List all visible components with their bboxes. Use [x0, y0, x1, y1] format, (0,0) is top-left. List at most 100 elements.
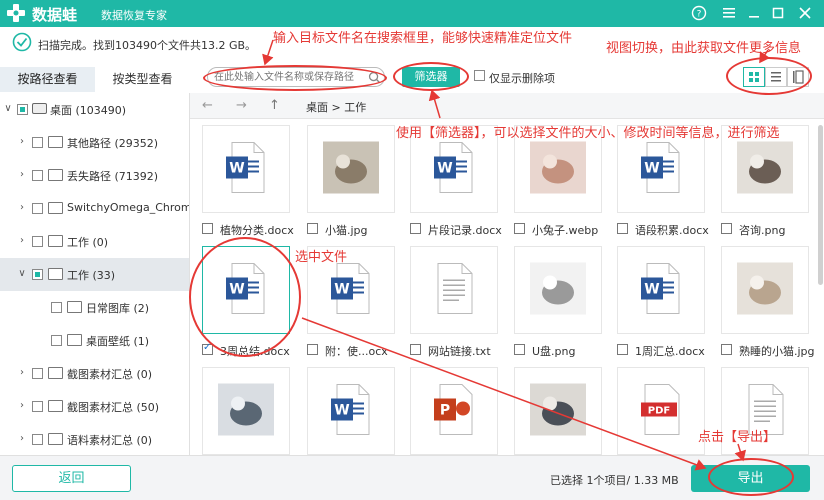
folder-icon	[67, 334, 82, 346]
folder-icon	[48, 136, 63, 148]
file-checkbox[interactable]	[617, 223, 628, 234]
file-checkbox[interactable]	[514, 223, 525, 234]
image-thumbnail	[530, 262, 586, 318]
tree-item-desktop[interactable]: ∨ 桌面 (103490)	[0, 93, 189, 126]
show-deleted-checkbox[interactable]	[474, 70, 485, 81]
file-name: 小猫.jpg	[325, 224, 368, 237]
file-checkbox[interactable]	[410, 344, 421, 355]
tree-item-lost-paths[interactable]: › 丢失路径 (71392)	[0, 159, 189, 192]
arrow-right-icon[interactable]: →	[236, 98, 247, 113]
file-tile[interactable]: W	[307, 367, 395, 455]
tree-item-corpus[interactable]: › 语料素材汇总 (0)	[0, 423, 189, 455]
file-tile[interactable]: W	[202, 125, 290, 213]
chevron-right-icon[interactable]: ›	[16, 202, 28, 213]
svg-text:W: W	[334, 282, 349, 298]
menu-icon[interactable]	[719, 3, 739, 23]
file-tile[interactable]	[514, 246, 602, 334]
file-name: 植物分类.docx	[220, 224, 294, 237]
tree-item-switchyomega[interactable]: › SwitchyOmega_Chromium	[0, 192, 189, 225]
tree-checkbox[interactable]	[32, 203, 43, 214]
chevron-right-icon[interactable]: ›	[16, 169, 28, 180]
folder-icon	[48, 433, 63, 445]
arrow-left-icon[interactable]: ←	[202, 98, 213, 113]
tree-checkbox[interactable]	[51, 302, 62, 313]
app-name: 数据蛙	[32, 6, 78, 24]
scrollbar[interactable]	[818, 125, 823, 285]
back-button[interactable]: 返回	[12, 465, 131, 492]
folder-icon	[67, 301, 82, 313]
tab-by-type[interactable]: 按类型查看	[95, 67, 190, 92]
chevron-down-icon[interactable]: ∨	[2, 103, 14, 114]
file-tile[interactable]: PDF	[617, 367, 705, 455]
tab-by-path[interactable]: 按路径查看	[0, 67, 95, 92]
tree-item-screenshots-50[interactable]: › 截图素材汇总 (50)	[0, 390, 189, 423]
file-checkbox[interactable]	[514, 344, 525, 355]
chevron-down-icon[interactable]: ∨	[16, 268, 28, 279]
highlight-filter	[393, 62, 469, 91]
ppt-file-icon: P	[432, 383, 476, 440]
folder-icon	[48, 268, 63, 280]
file-name: 熟睡的小猫.jpg	[739, 345, 815, 358]
file-name: 网站链接.txt	[428, 345, 491, 358]
file-name: 小兔子.webp	[532, 224, 599, 237]
tree-item-label: 桌面 (103490)	[50, 104, 127, 117]
tree-item-label: 截图素材汇总 (50)	[67, 401, 160, 414]
file-tile[interactable]	[721, 246, 809, 334]
file-checkbox[interactable]	[202, 223, 213, 234]
file-checkbox[interactable]	[721, 344, 732, 355]
tree-checkbox[interactable]	[17, 104, 28, 115]
svg-text:W: W	[229, 161, 244, 177]
tree-checkbox[interactable]	[32, 269, 43, 280]
file-checkbox[interactable]	[307, 344, 318, 355]
svg-text:W: W	[334, 403, 349, 419]
tree-checkbox[interactable]	[51, 335, 62, 346]
maximize-icon[interactable]	[768, 3, 788, 23]
tree-item-label: 日常图库 (2)	[86, 302, 150, 315]
close-icon[interactable]	[795, 3, 815, 23]
chevron-right-icon[interactable]: ›	[16, 367, 28, 378]
tree-checkbox[interactable]	[32, 236, 43, 247]
file-tile[interactable]	[202, 367, 290, 455]
pdf-file-icon: PDF	[639, 383, 683, 440]
image-thumbnail	[737, 141, 793, 197]
drive-icon	[32, 103, 47, 114]
tree-item-screenshots-0[interactable]: › 截图素材汇总 (0)	[0, 357, 189, 390]
tree-checkbox[interactable]	[32, 401, 43, 412]
file-checkbox[interactable]	[307, 223, 318, 234]
file-checkbox[interactable]	[617, 344, 628, 355]
highlight-export	[708, 458, 794, 496]
tree-item-daily-gallery[interactable]: 日常图库 (2)	[0, 291, 189, 324]
tree-checkbox[interactable]	[32, 434, 43, 445]
file-checkbox[interactable]	[721, 223, 732, 234]
tree-checkbox[interactable]	[32, 137, 43, 148]
help-icon[interactable]: ?	[689, 3, 709, 23]
arrow-up-icon[interactable]: ↑	[269, 98, 280, 113]
file-tile[interactable]	[307, 125, 395, 213]
tree-item-other-paths[interactable]: › 其他路径 (29352)	[0, 126, 189, 159]
image-thumbnail	[530, 141, 586, 197]
highlight-view	[726, 57, 812, 95]
file-tile[interactable]: P	[410, 367, 498, 455]
word-file-icon: W	[224, 141, 268, 198]
file-tile[interactable]	[410, 246, 498, 334]
tree-checkbox[interactable]	[32, 368, 43, 379]
svg-text:W: W	[437, 161, 452, 177]
check-circle-icon	[12, 32, 32, 52]
file-checkbox[interactable]	[410, 223, 421, 234]
file-name: U盘.png	[532, 345, 576, 358]
chevron-right-icon[interactable]: ›	[16, 235, 28, 246]
tree-item-work-33[interactable]: ∨ 工作 (33)	[0, 258, 189, 291]
minimize-icon[interactable]	[744, 3, 764, 23]
image-thumbnail	[218, 383, 274, 439]
chevron-right-icon[interactable]: ›	[16, 136, 28, 147]
nav-bar: ← → ↑	[190, 93, 824, 119]
tree-checkbox[interactable]	[32, 170, 43, 181]
chevron-right-icon[interactable]: ›	[16, 400, 28, 411]
tree-item-wallpaper[interactable]: 桌面壁纸 (1)	[0, 324, 189, 357]
chevron-right-icon[interactable]: ›	[16, 433, 28, 444]
tree-item-work-0[interactable]: › 工作 (0)	[0, 225, 189, 258]
show-deleted-label: 仅显示删除项	[489, 72, 555, 85]
folder-icon	[48, 367, 63, 379]
file-tile[interactable]	[514, 367, 602, 455]
file-tile[interactable]: W	[617, 246, 705, 334]
